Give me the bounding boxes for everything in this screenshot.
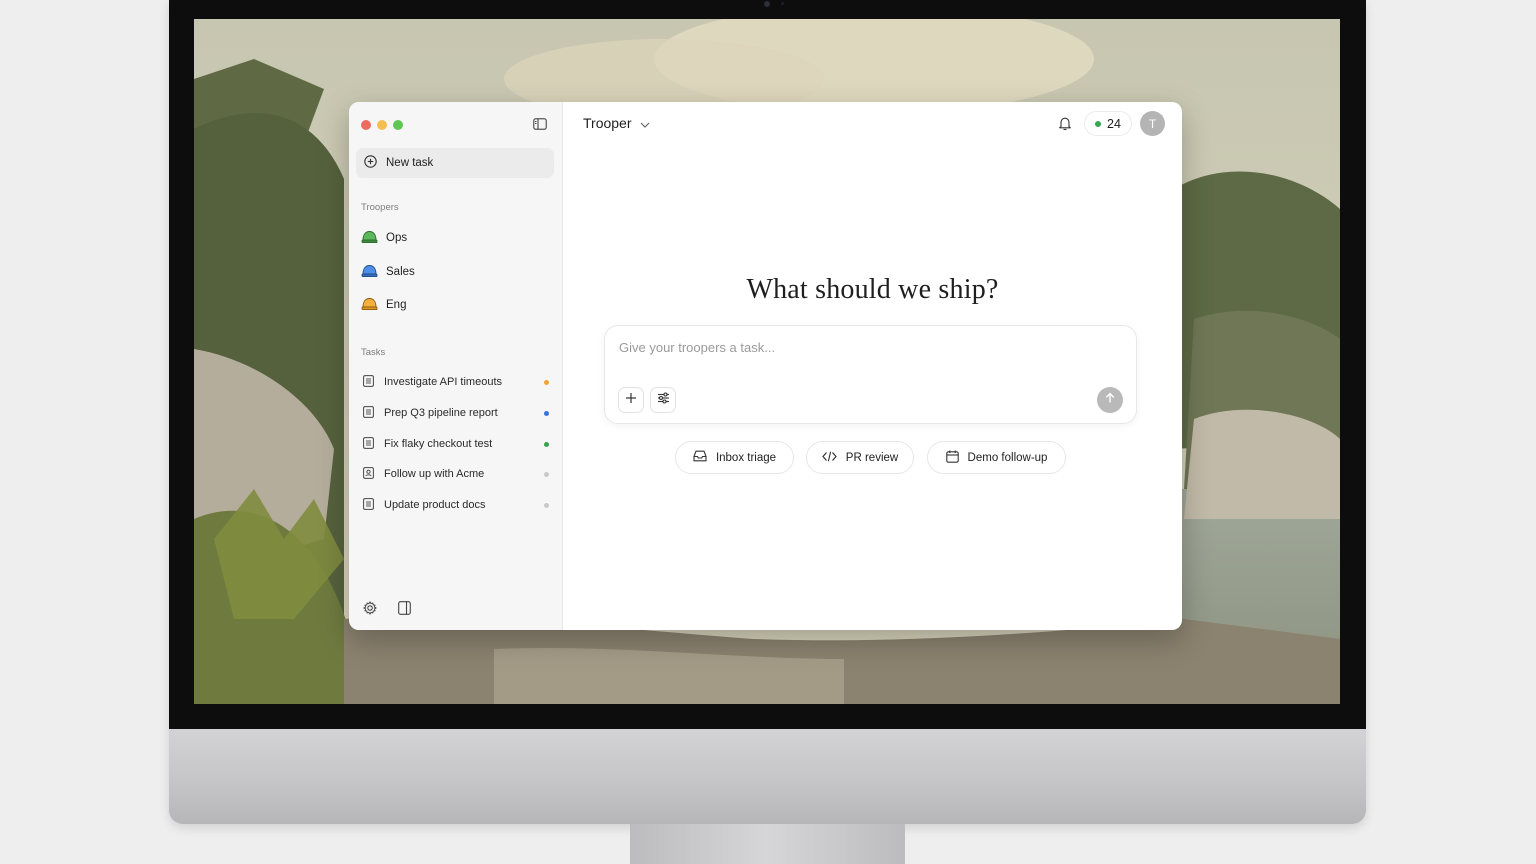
new-task-button[interactable]: New task [356, 148, 554, 178]
sidebar: New task Troopers Ops Sales Eng Tasks In… [349, 102, 563, 630]
window-controls [361, 120, 403, 130]
task-item[interactable]: Fix flaky checkout test [363, 434, 549, 454]
status-dot [1095, 120, 1102, 127]
zoom-window-button[interactable] [393, 120, 403, 130]
status-dot [544, 410, 549, 416]
add-attachment-button[interactable] [618, 387, 644, 413]
status-dot [544, 441, 549, 447]
suggestion-inbox-triage[interactable]: Inbox triage [675, 441, 794, 474]
task-label: Prep Q3 pipeline report [384, 407, 498, 419]
helmet-icon [361, 230, 378, 247]
task-label: Fix flaky checkout test [384, 438, 493, 450]
camera-icon [764, 1, 770, 7]
trooper-label: Sales [386, 266, 415, 278]
gear-icon[interactable] [362, 600, 378, 616]
page-title: What should we ship? [746, 274, 999, 305]
plus-circle-icon [364, 155, 377, 171]
task-item[interactable]: Update product docs [363, 495, 549, 515]
chip-label: Demo follow-up [967, 451, 1048, 464]
app-window: New task Troopers Ops Sales Eng Tasks In… [349, 102, 1182, 630]
troopers-heading: Troopers [361, 202, 399, 213]
minimize-window-button[interactable] [377, 120, 387, 130]
status-dot [544, 379, 549, 385]
settings-sliders-button[interactable] [650, 387, 676, 413]
app-switcher-dropdown[interactable]: Trooper [583, 115, 650, 131]
app-title: Trooper [583, 115, 632, 131]
inbox-icon [693, 450, 707, 465]
trooper-label: Ops [386, 232, 408, 244]
monitor-stand [630, 824, 905, 864]
tasks-heading: Tasks [361, 347, 386, 358]
contact-icon [363, 466, 374, 482]
send-button[interactable] [1097, 387, 1123, 413]
suggestion-pr-review[interactable]: PR review [806, 441, 914, 474]
chip-label: PR review [845, 451, 899, 464]
credits-count: 24 [1107, 116, 1121, 131]
monitor-chin [169, 729, 1366, 824]
helmet-icon [361, 297, 378, 314]
task-composer [604, 325, 1137, 424]
document-icon [363, 497, 374, 513]
code-icon [821, 451, 837, 465]
calendar-icon [945, 450, 959, 466]
document-icon [363, 436, 374, 452]
task-item[interactable]: Investigate API timeouts [363, 372, 549, 392]
trooper-item-ops[interactable]: Ops [361, 228, 407, 248]
close-window-button[interactable] [361, 120, 371, 130]
trooper-label: Eng [386, 299, 407, 311]
task-label: Follow up with Acme [384, 468, 485, 480]
credits-badge[interactable]: 24 [1084, 111, 1132, 136]
suggestion-demo-follow-up[interactable]: Demo follow-up [927, 441, 1066, 474]
chip-label: Inbox triage [715, 451, 777, 464]
document-icon [363, 374, 374, 390]
plus-icon [625, 391, 637, 409]
panel-icon[interactable] [396, 600, 412, 616]
trooper-item-sales[interactable]: Sales [361, 262, 415, 282]
avatar[interactable]: T [1140, 111, 1165, 136]
trooper-item-eng[interactable]: Eng [361, 295, 406, 315]
new-task-label: New task [386, 157, 434, 169]
task-item[interactable]: Follow up with Acme [363, 464, 549, 484]
sidebar-toggle-icon[interactable] [532, 116, 548, 132]
main-pane: Trooper 24 T What should we ship? Give y… [563, 102, 1182, 630]
status-dot [544, 502, 549, 508]
task-label: Investigate API timeouts [384, 376, 503, 388]
arrow-up-icon [1104, 391, 1116, 409]
camera-sensor [781, 2, 784, 5]
helmet-icon [361, 264, 378, 281]
bell-icon[interactable] [1058, 116, 1074, 132]
status-dot [544, 471, 549, 477]
task-item[interactable]: Prep Q3 pipeline report [363, 403, 549, 423]
task-label: Update product docs [384, 499, 486, 511]
document-icon [363, 405, 374, 421]
task-input[interactable] [619, 340, 1099, 355]
chevron-down-icon [640, 115, 650, 131]
sliders-icon [657, 391, 670, 409]
